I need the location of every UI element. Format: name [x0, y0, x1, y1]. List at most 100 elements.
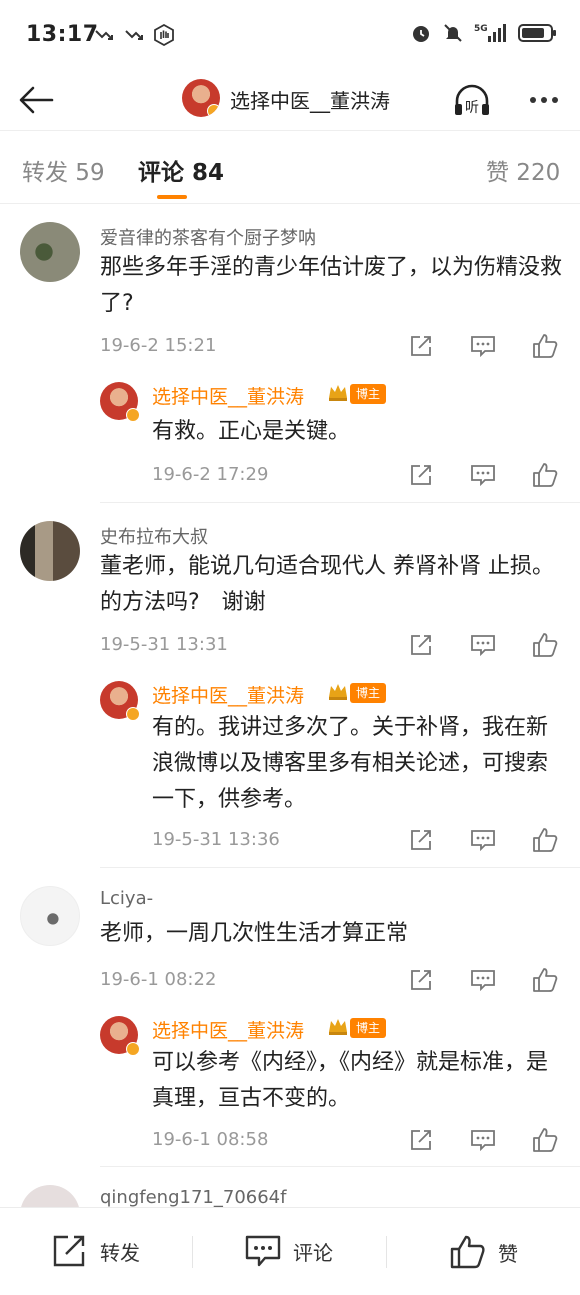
like-button[interactable]	[532, 333, 558, 359]
commenter-name[interactable]: qingfeng171_70664f	[100, 1187, 286, 1208]
comment-label: 评论	[293, 1240, 333, 1265]
repost-button[interactable]: 转发	[52, 1234, 140, 1268]
like-button[interactable]	[532, 1127, 558, 1153]
status-left-icons	[93, 24, 175, 46]
comment-time: 19-6-2 15:21	[100, 335, 217, 356]
thumbs-up-icon	[533, 1128, 558, 1152]
reply-time: 19-6-1 08:58	[152, 1129, 269, 1150]
author-badge: 博主	[350, 683, 387, 703]
reply-avatar[interactable]	[100, 382, 140, 422]
reply-button[interactable]	[470, 827, 496, 853]
comment-icon	[471, 970, 495, 992]
thumbs-up-icon	[533, 633, 558, 657]
share-button[interactable]	[408, 827, 434, 853]
reply-button[interactable]	[470, 1127, 496, 1153]
commenter-name[interactable]: 爱音律的茶客有个厨子梦呐	[100, 224, 316, 250]
divider	[100, 867, 580, 868]
share-icon	[411, 1130, 431, 1150]
reply-avatar[interactable]	[100, 681, 140, 721]
reply-actions	[408, 462, 558, 488]
thumbs-up-icon	[533, 334, 558, 358]
comment-actions	[408, 632, 558, 658]
comment-actions	[408, 333, 558, 359]
page-title[interactable]: 选择中医__董洪涛	[230, 85, 390, 114]
comment-time: 19-6-1 08:22	[100, 969, 217, 990]
share-icon	[411, 970, 431, 990]
more-dot-icon	[552, 97, 558, 103]
comment-button[interactable]: 评论	[245, 1234, 333, 1268]
share-button[interactable]	[408, 333, 434, 359]
missed-call-icon	[93, 24, 115, 46]
comment-actions	[408, 967, 558, 993]
author-avatar[interactable]	[182, 79, 220, 117]
tab-like[interactable]: 赞 220	[486, 153, 560, 187]
crown-icon	[329, 684, 347, 700]
more-dot-icon	[541, 97, 547, 103]
thumbs-up-icon	[450, 1235, 485, 1269]
divider	[386, 1236, 387, 1268]
reply-button[interactable]	[470, 462, 496, 488]
reply-button[interactable]	[470, 632, 496, 658]
share-button[interactable]	[408, 632, 434, 658]
comment-text: 老师，一周几次性生活才算正常	[100, 921, 409, 946]
tab-repost[interactable]: 转发 59	[22, 153, 105, 187]
divider	[100, 1166, 580, 1167]
commenter-avatar[interactable]	[20, 886, 80, 946]
divider	[192, 1236, 193, 1268]
reply-actions	[408, 827, 558, 853]
share-icon	[411, 336, 431, 356]
share-button[interactable]	[408, 967, 434, 993]
share-button[interactable]	[408, 462, 434, 488]
share-icon	[411, 635, 431, 655]
repost-label: 转发	[100, 1240, 140, 1265]
verified-icon	[126, 707, 140, 721]
commenter-name[interactable]: 史布拉布大叔	[100, 523, 208, 549]
reply-avatar[interactable]	[100, 1016, 140, 1056]
status-right-icons: 5G	[410, 22, 558, 44]
tab-comment[interactable]: 评论 84	[138, 153, 224, 187]
reply-time: 19-6-2 17:29	[152, 464, 269, 485]
reply-author-name[interactable]: 选择中医__董洪涛	[152, 382, 304, 409]
like-button[interactable]	[532, 827, 558, 853]
reply-text: 有救。正心是关键。	[152, 419, 351, 444]
comment-icon	[471, 830, 495, 852]
nav-bar: 选择中医__董洪涛 听	[0, 70, 580, 130]
commenter-avatar[interactable]	[20, 521, 80, 581]
like-button[interactable]	[532, 632, 558, 658]
tab-active-indicator	[157, 195, 187, 199]
like-button[interactable]: 赞	[450, 1234, 518, 1270]
reply-author-name[interactable]: 选择中医__董洪涛	[152, 681, 304, 708]
commenter-name[interactable]: Lciya-	[100, 888, 153, 909]
share-icon	[53, 1235, 85, 1267]
like-button[interactable]	[532, 967, 558, 993]
verified-icon	[207, 104, 220, 117]
thumbs-up-icon	[533, 828, 558, 852]
svg-text:听: 听	[465, 100, 479, 116]
more-options-button[interactable]	[524, 80, 564, 120]
tab-bar: 转发 59 评论 84 赞 220	[0, 131, 580, 203]
reply-author-name[interactable]: 选择中医__董洪涛	[152, 1016, 304, 1043]
listen-button[interactable]: 听	[452, 80, 492, 120]
reply-text: 有的。我讲过多次了。关于补肾，我在新浪微博以及博客里多有相关论述，可搜索一下，供…	[152, 715, 549, 812]
more-dot-icon	[530, 97, 536, 103]
reply-button[interactable]	[470, 333, 496, 359]
reply-time: 19-5-31 13:36	[152, 829, 280, 850]
back-button[interactable]	[14, 78, 58, 122]
share-button[interactable]	[408, 1127, 434, 1153]
author-badge: 博主	[350, 1018, 387, 1038]
thumbs-up-icon	[533, 968, 558, 992]
mute-icon	[442, 22, 464, 44]
divider	[0, 203, 580, 204]
reply-actions	[408, 1127, 558, 1153]
share-icon	[411, 465, 431, 485]
comment-icon	[471, 635, 495, 657]
thumbs-up-icon	[533, 463, 558, 487]
bottom-action-bar: 转发 评论 赞	[0, 1207, 580, 1295]
verified-icon	[126, 1042, 140, 1056]
share-icon	[411, 830, 431, 850]
commenter-avatar[interactable]	[20, 222, 80, 282]
like-button[interactable]	[532, 462, 558, 488]
battery-icon	[518, 22, 558, 44]
author-badge: 博主	[350, 384, 387, 404]
reply-button[interactable]	[470, 967, 496, 993]
